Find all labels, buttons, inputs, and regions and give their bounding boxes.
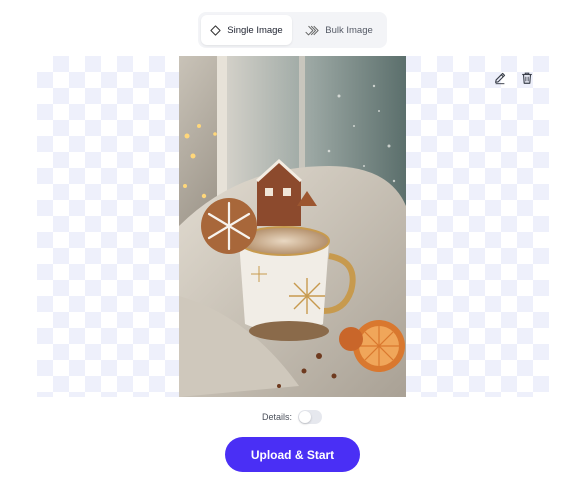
single-image-label: Single Image <box>227 24 283 36</box>
details-switch[interactable] <box>298 410 322 424</box>
single-image-tab[interactable]: Single Image <box>201 15 292 45</box>
page: Single Image Bulk Image Details: Upload … <box>0 0 584 481</box>
trash-icon[interactable] <box>517 68 537 88</box>
bulk-image-label: Bulk Image <box>325 24 373 36</box>
stacked-diamonds-icon <box>305 25 319 35</box>
diamond-icon <box>210 24 221 36</box>
mode-toggle: Single Image Bulk Image <box>198 12 387 48</box>
details-row: Details: <box>0 410 584 424</box>
pencil-icon[interactable] <box>490 68 510 88</box>
uploaded-photo <box>179 56 406 397</box>
image-preview <box>37 56 549 397</box>
bulk-image-tab[interactable]: Bulk Image <box>294 15 384 45</box>
details-label: Details: <box>261 412 292 422</box>
switch-knob <box>299 411 311 423</box>
upload-start-button[interactable]: Upload & Start <box>225 437 360 472</box>
